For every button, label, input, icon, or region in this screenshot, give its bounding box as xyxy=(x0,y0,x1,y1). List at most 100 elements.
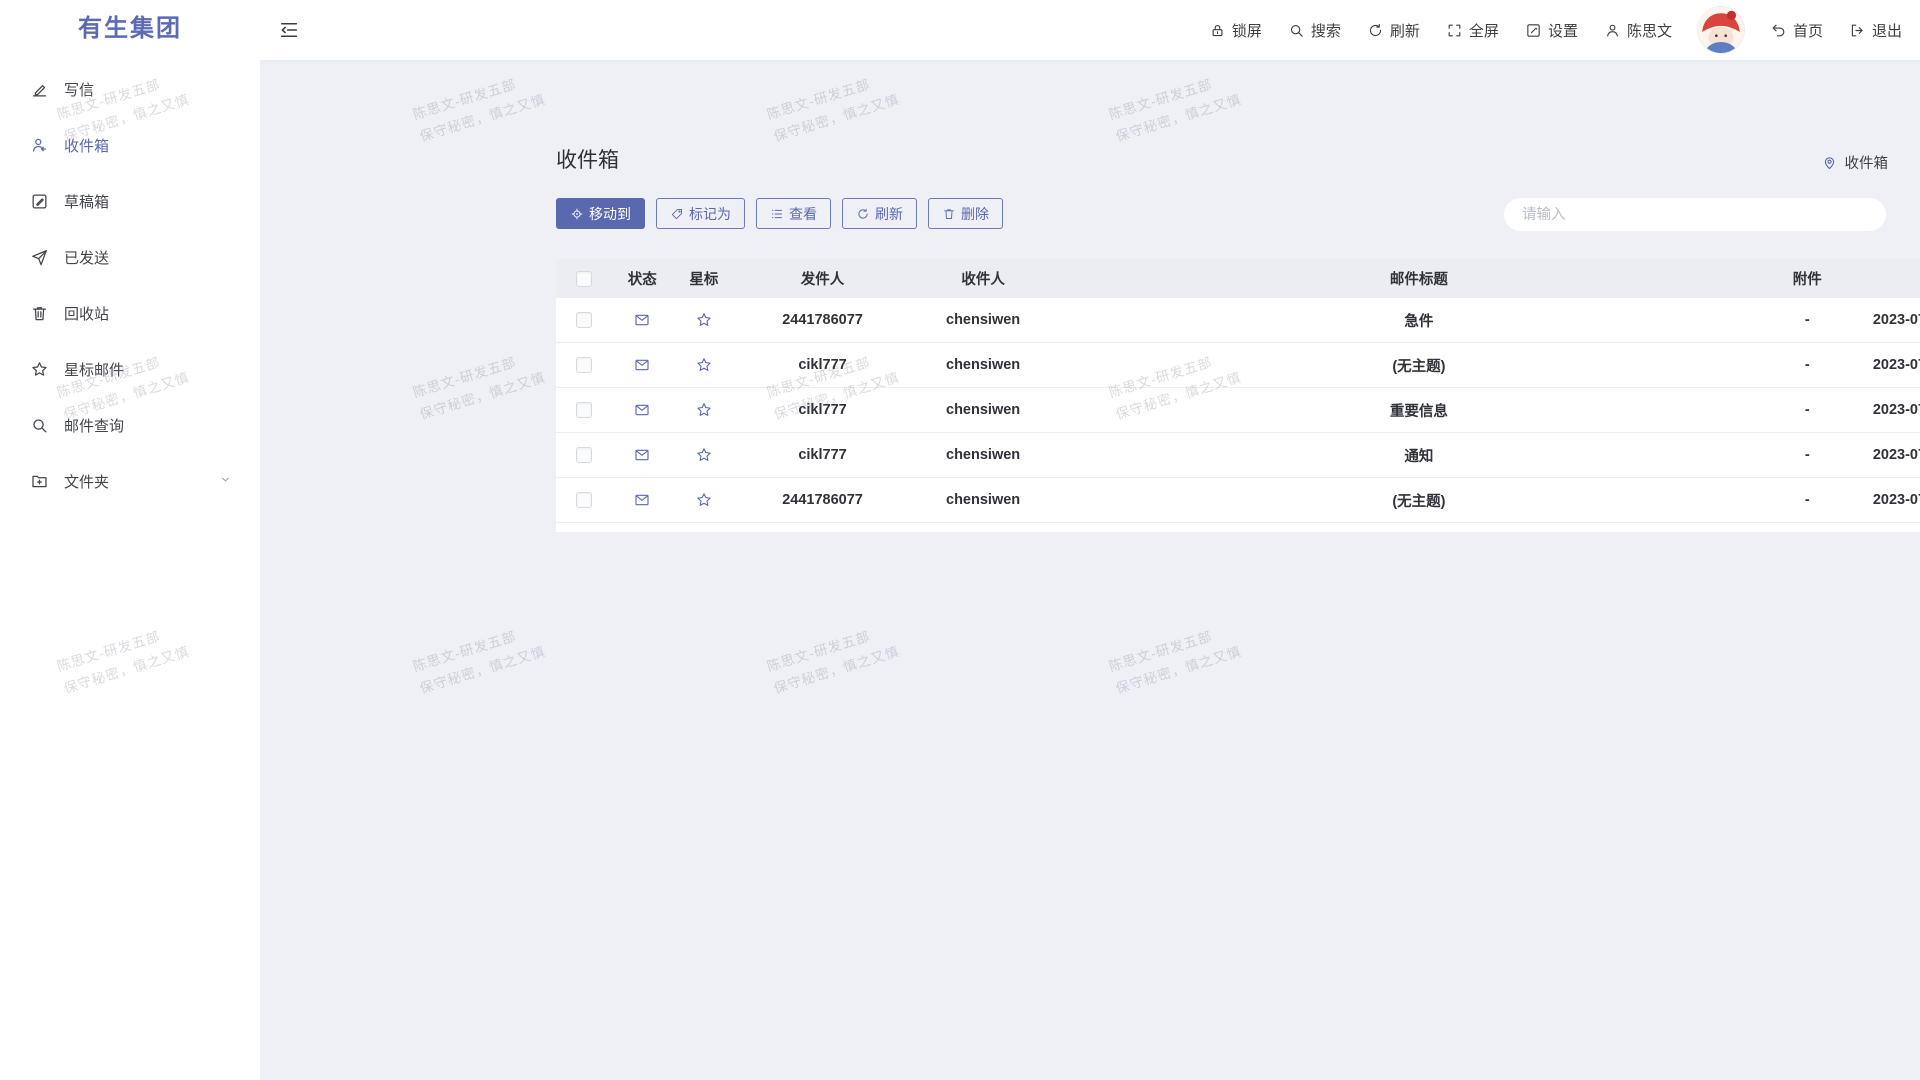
current-user-button[interactable]: 陈思文 xyxy=(1604,20,1672,41)
breadcrumb[interactable]: 收件箱 xyxy=(1821,152,1889,173)
home-button[interactable]: 首页 xyxy=(1770,20,1823,41)
star-outline-icon xyxy=(695,491,713,509)
search-button[interactable]: 搜索 xyxy=(1288,20,1341,41)
row-checkbox[interactable] xyxy=(576,447,592,463)
chevron-down-icon xyxy=(219,473,232,490)
star-toggle[interactable] xyxy=(695,401,713,419)
time-cell: 2023-07-10 12:05:28 xyxy=(1833,492,1920,508)
lock-screen-button[interactable]: 锁屏 xyxy=(1209,20,1262,41)
envelope-icon xyxy=(633,401,651,419)
app-window: 有生集团 锁屏 搜索 刷新 xyxy=(0,0,1920,1080)
table-row[interactable]: 2441786077 chensiwen 急件 - 2023-07-10 12:… xyxy=(556,298,1920,343)
mark-as-button[interactable]: 标记为 xyxy=(656,198,745,229)
select-all-checkbox[interactable] xyxy=(576,271,592,287)
star-toggle[interactable] xyxy=(695,491,713,509)
table-row[interactable]: cikl777 chensiwen (无主题) - 2023-07-10 12:… xyxy=(556,343,1920,388)
refresh-icon xyxy=(1367,22,1384,39)
envelope-icon xyxy=(633,356,651,374)
sender-cell: cikl777 xyxy=(735,402,911,418)
sidebar-item-starred[interactable]: 星标邮件 xyxy=(0,346,260,392)
settings-button[interactable]: 设置 xyxy=(1525,20,1578,41)
sidebar-item-compose[interactable]: 写信 xyxy=(0,66,260,112)
attachment-cell: - xyxy=(1782,447,1833,463)
sender-cell: cikl777 xyxy=(735,447,911,463)
trash-icon xyxy=(30,304,49,323)
refresh-button[interactable]: 刷新 xyxy=(1367,20,1420,41)
refresh-icon xyxy=(856,207,870,221)
table-row[interactable]: cikl777 chensiwen 重要信息 - 2023-07-10 12:0… xyxy=(556,388,1920,433)
column-header-attachment: 附件 xyxy=(1782,268,1833,289)
star-outline-icon xyxy=(695,446,713,464)
fullscreen-button[interactable]: 全屏 xyxy=(1446,20,1499,41)
user-avatar[interactable] xyxy=(1698,7,1744,53)
fullscreen-icon xyxy=(1446,22,1463,39)
sidebar: 写信 收件箱 草稿箱 已发送 回收站 xyxy=(0,60,260,1080)
star-outline-icon xyxy=(695,311,713,329)
time-cell: 2023-07-10 12:09:09 xyxy=(1833,357,1920,373)
header-actions: 锁屏 搜索 刷新 全屏 设置 xyxy=(1209,0,1902,60)
tag-icon xyxy=(670,207,684,221)
column-header-time: 时间 xyxy=(1833,268,1920,289)
sender-cell: 2441786077 xyxy=(735,492,911,508)
column-header-star: 星标 xyxy=(673,268,735,289)
star-toggle[interactable] xyxy=(695,356,713,374)
table-header-row: 状态 星标 发件人 收件人 邮件标题 附件 时间 大小 xyxy=(556,259,1920,298)
home-icon xyxy=(1770,22,1787,39)
drafts-icon xyxy=(30,192,49,211)
sidebar-item-folders[interactable]: 文件夹 xyxy=(0,458,260,504)
row-checkbox[interactable] xyxy=(576,402,592,418)
star-toggle[interactable] xyxy=(695,446,713,464)
logout-icon xyxy=(1849,22,1866,39)
mail-status-icon xyxy=(611,356,673,374)
view-button[interactable]: 查看 xyxy=(756,198,831,229)
envelope-icon xyxy=(633,446,651,464)
row-checkbox[interactable] xyxy=(576,492,592,508)
sidebar-item-mail-search[interactable]: 邮件查询 xyxy=(0,402,260,448)
avatar-image xyxy=(1698,7,1744,53)
mail-search-icon xyxy=(30,416,49,435)
logout-button[interactable]: 退出 xyxy=(1849,20,1902,41)
subject-cell: (无主题) xyxy=(1056,490,1782,511)
table-row[interactable]: 2441786077 chensiwen (无主题) - 2023-07-10 … xyxy=(556,478,1920,523)
settings-icon xyxy=(1525,22,1542,39)
move-to-button[interactable]: 移动到 xyxy=(556,198,645,229)
sidebar-item-inbox[interactable]: 收件箱 xyxy=(0,122,260,168)
sidebar-item-drafts[interactable]: 草稿箱 xyxy=(0,178,260,224)
user-icon xyxy=(1604,22,1621,39)
column-header-recipient: 收件人 xyxy=(910,268,1056,289)
sidebar-item-sent[interactable]: 已发送 xyxy=(0,234,260,280)
recipient-cell: chensiwen xyxy=(910,402,1056,418)
search-icon xyxy=(1288,22,1305,39)
subject-cell: 通知 xyxy=(1056,445,1782,466)
row-checkbox[interactable] xyxy=(576,312,592,328)
column-header-subject: 邮件标题 xyxy=(1056,268,1782,289)
lock-icon xyxy=(1209,22,1226,39)
folder-plus-icon xyxy=(30,472,49,491)
star-outline-icon xyxy=(695,401,713,419)
mail-status-icon xyxy=(611,446,673,464)
mail-status-icon xyxy=(611,491,673,509)
table-body: 2441786077 chensiwen 急件 - 2023-07-10 12:… xyxy=(556,298,1920,523)
envelope-icon xyxy=(633,311,651,329)
table-row[interactable]: cikl777 chensiwen 通知 - 2023-07-10 12:07:… xyxy=(556,433,1920,478)
star-toggle[interactable] xyxy=(695,311,713,329)
menu-fold-icon[interactable] xyxy=(278,19,300,41)
aim-icon xyxy=(570,207,584,221)
sidebar-item-trash[interactable]: 回收站 xyxy=(0,290,260,336)
trash-icon xyxy=(942,207,956,221)
attachment-cell: - xyxy=(1782,357,1833,373)
attachment-cell: - xyxy=(1782,312,1833,328)
delete-button[interactable]: 删除 xyxy=(928,198,1003,229)
recipient-cell: chensiwen xyxy=(910,357,1056,373)
refresh-list-button[interactable]: 刷新 xyxy=(842,198,917,229)
attachment-cell: - xyxy=(1782,402,1833,418)
row-checkbox[interactable] xyxy=(576,357,592,373)
star-outline-icon xyxy=(695,356,713,374)
envelope-icon xyxy=(633,491,651,509)
search-input[interactable] xyxy=(1504,198,1886,231)
recipient-cell: chensiwen xyxy=(910,312,1056,328)
list-icon xyxy=(770,207,784,221)
sender-cell: 2441786077 xyxy=(735,312,911,328)
subject-cell: (无主题) xyxy=(1056,355,1782,376)
time-cell: 2023-07-10 12:07:31 xyxy=(1833,447,1920,463)
